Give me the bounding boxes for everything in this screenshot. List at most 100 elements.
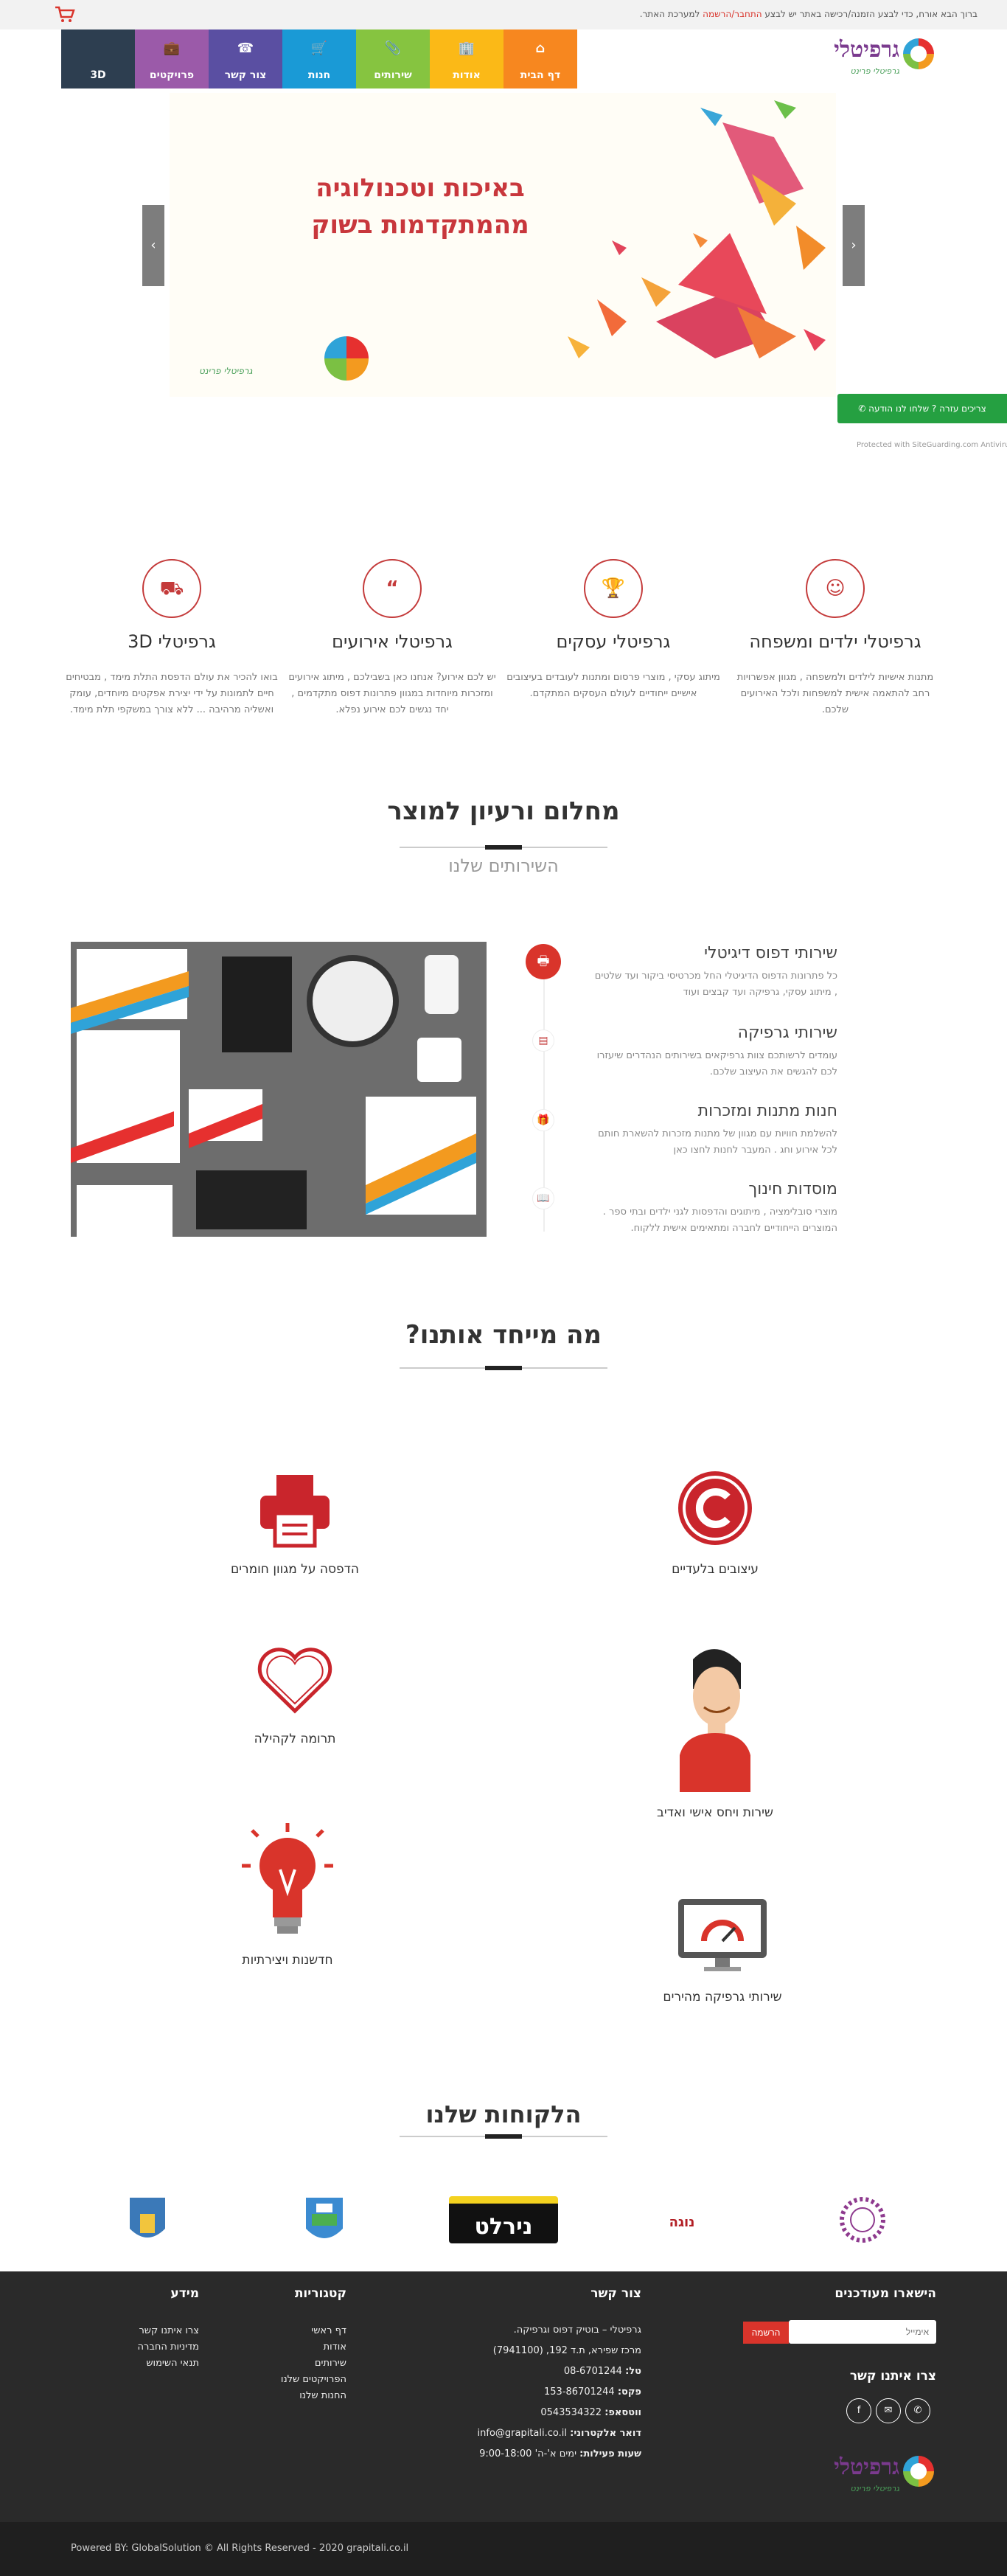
book-icon[interactable]: 📖 xyxy=(532,1187,554,1209)
facebook-icon[interactable]: f xyxy=(846,2398,871,2423)
hero-headline: באיכות וטכנולוגיה מהמתקדמות בשוק xyxy=(273,170,568,243)
building-icon: 🏢 xyxy=(458,41,475,56)
client-logo-floral xyxy=(833,2190,892,2249)
whatsapp-icon[interactable]: ✆ xyxy=(905,2398,930,2423)
heart-icon xyxy=(257,1648,332,1714)
info-link[interactable]: מדיניות החברה xyxy=(138,2339,200,2355)
feature-title: גרפיטלי אירועים xyxy=(332,631,453,652)
logo-mark xyxy=(903,38,934,69)
nav-shop[interactable]: 🛒 חנות xyxy=(282,29,356,88)
hours-label: שעות פעילות: xyxy=(579,2448,641,2459)
unique-fast-graphics: שירותי גרפיקה מהירים xyxy=(649,1895,796,2004)
gift-icon[interactable]: 🎁 xyxy=(532,1109,554,1131)
newsletter-title: הישארו מעודכנים xyxy=(834,2286,936,2301)
chevron-right-icon: › xyxy=(851,237,857,253)
clients-title: הלקוחות שלנו xyxy=(425,2100,582,2128)
unique-community: תרומה לקהילה xyxy=(236,1645,354,1746)
hero-logo-mark xyxy=(324,336,369,381)
cart-icon[interactable] xyxy=(55,6,75,24)
info-title: מידע xyxy=(170,2286,199,2301)
contact-title: צור קשר xyxy=(590,2286,641,2301)
copyright-text: Powered BY: GlobalSolution © All Rights … xyxy=(71,2543,409,2554)
mockup-stripes xyxy=(71,971,476,1215)
nav-contact[interactable]: ☎ צור קשר xyxy=(209,29,282,88)
contact-whatsapp: ווטסאפ: 0543534322 xyxy=(478,2403,641,2423)
truck-icon: ⛟ xyxy=(142,559,201,618)
feature-3d[interactable]: ⛟ גרפיטלי 3D בואו להכיר את עולם הדפסת הת… xyxy=(65,559,279,718)
nav-services[interactable]: 📎 שירותים xyxy=(356,29,430,88)
service-graphics[interactable]: שירותי גרפיקה עומדים לרשותכם צוות גרפיקא… xyxy=(594,1024,837,1080)
nirlat-logo-text: נירלט xyxy=(449,2196,558,2243)
site-logo[interactable]: גרפיטלי גרפיטלי פרינט xyxy=(811,32,936,84)
category-link[interactable]: אודות xyxy=(281,2339,346,2355)
login-link[interactable]: התחבר/הרשמה xyxy=(703,9,762,19)
services-divider xyxy=(400,845,607,850)
whatsapp-label-footer: ווטסאפ: xyxy=(604,2407,641,2418)
service-education[interactable]: מוסדות חינוך מוצרי סובלימציה , מיתוגים ו… xyxy=(594,1180,837,1237)
info-link[interactable]: תנאי השימוש xyxy=(138,2355,199,2372)
home-icon: ⌂ xyxy=(535,41,546,56)
email-icon[interactable]: ✉ xyxy=(876,2398,901,2423)
footer-logo[interactable]: גרפיטלי גרפיטלי פרינט xyxy=(811,2450,936,2502)
printer-icon[interactable]: 🖶 xyxy=(526,944,561,979)
unique-divider xyxy=(400,1366,607,1370)
newsletter-signup-button[interactable]: הרשמה xyxy=(743,2322,789,2344)
nav-projects[interactable]: 💼 פרויקטים xyxy=(135,29,209,88)
service-gift-shop[interactable]: חנות מתנות ומזכרות להשלמת חוויות עם מגוו… xyxy=(594,1102,837,1159)
category-link[interactable]: דף ראשי xyxy=(281,2323,346,2339)
category-link[interactable]: החנות שלנו xyxy=(281,2388,346,2404)
quote-icon: “ xyxy=(363,559,422,618)
welcome-text: ברוך הבא אורח, כדי לבצע הזמנה/רכישה באתר… xyxy=(762,9,978,19)
whatsapp-label: צריכים עזרה ? שלחו לנו הודעה xyxy=(868,403,986,414)
nav-home[interactable]: ⌂ דף הבית xyxy=(503,29,577,88)
unique-label: עיצובים בלעדיים xyxy=(672,1562,759,1577)
nav-about[interactable]: 🏢 אודות xyxy=(430,29,503,88)
floral-emblem-icon xyxy=(840,2197,885,2243)
unique-innovation: חדשנות ויצירתיות xyxy=(225,1814,350,1968)
contact-hours: שעות פעילות: ימים א'-ה' 9:00-18:00 xyxy=(478,2444,641,2465)
feature-kids[interactable]: ☺ גרפיטלי ילדים ומשפחה מתנות אישיות לילד… xyxy=(728,559,942,718)
feature-desc: יש לכם אירוע? אנחנו כאן בשבילכם , מיתוג … xyxy=(288,672,496,715)
copyright-icon xyxy=(678,1471,752,1545)
info-link[interactable]: צרו איתנו קשר xyxy=(138,2323,199,2339)
whatsapp-help-button[interactable]: צריכים עזרה ? שלחו לנו הודעה ✆ xyxy=(837,394,1007,423)
jerusalem-emblem-icon xyxy=(130,2198,165,2237)
kids-icon: ☺ xyxy=(806,559,865,618)
unique-label: שירותי גרפיקה מהירים xyxy=(663,1990,782,2004)
service-digital-print[interactable]: שירותי דפוס דיגיטלי כל פתרונות הדפוס הדי… xyxy=(594,944,837,1001)
slider-next-button[interactable]: › xyxy=(843,205,865,286)
service-title: שירותי דפוס דיגיטלי xyxy=(704,944,837,962)
fax-label: פקס: xyxy=(617,2386,641,2398)
feature-desc: מתנות אישיות לילדים ולמשפחה , מגוון אפשר… xyxy=(736,672,934,715)
feature-desc: מיתוג עסקי , מוצרי פרסום ומתנות לעובדים … xyxy=(506,672,720,699)
feature-events[interactable]: “ גרפיטלי אירועים יש לכם אירוע? אנחנו כא… xyxy=(285,559,499,718)
info-list: צרו איתנו קשר מדיניות החברה תנאי השימוש xyxy=(138,2323,200,2372)
nav-label: צור קשר xyxy=(224,69,267,81)
unique-print-materials: הדפסה על מגוון חומרים xyxy=(221,1468,369,1577)
client-logo-jerusalem xyxy=(125,2190,170,2249)
feature-desc: בואו להכיר את עולם הדפסת התלת מימד , מבט… xyxy=(66,672,278,715)
phone-icon: ☎ xyxy=(237,41,254,56)
nav-label: 3D xyxy=(90,69,106,81)
newsletter-email-input[interactable] xyxy=(789,2320,936,2344)
printer-icon xyxy=(260,1475,330,1548)
tel-value[interactable]: 08-6701244 xyxy=(564,2366,622,2377)
feature-business[interactable]: 🏆 גרפיטלי עסקים מיתוג עסקי , מוצרי פרסום… xyxy=(506,559,720,702)
category-link[interactable]: הפרויקטים שלנו xyxy=(281,2372,346,2388)
nav-3d-icon-space xyxy=(61,41,135,56)
social-title: צרו איתנו קשר xyxy=(849,2369,936,2384)
welcome-text-suffix: למערכת האתר. xyxy=(639,9,703,19)
category-link[interactable]: שירותים xyxy=(281,2355,346,2372)
services-title: מחלום ורעיון למוצר xyxy=(387,796,620,826)
image-icon[interactable]: ▤ xyxy=(532,1030,554,1052)
service-title: מוסדות חינוך xyxy=(748,1180,837,1198)
slider-prev-button[interactable]: ‹ xyxy=(142,205,164,286)
contact-company: גרפיטלי – בוטיק דפוס וגרפיקה. xyxy=(513,2325,641,2336)
whatsapp-value[interactable]: 0543534322 xyxy=(540,2407,602,2418)
unique-label: הדפסה על מגוון חומרים xyxy=(230,1562,360,1577)
nav-3d[interactable]: 3D xyxy=(61,29,135,88)
main-nav: 3D 💼 פרויקטים ☎ צור קשר 🛒 חנות 📎 שירותים 🏢 או… xyxy=(61,29,577,88)
copyright-bar: Powered BY: GlobalSolution © All Rights … xyxy=(0,2522,1007,2576)
nav-label: דף הבית xyxy=(520,69,561,81)
email-value[interactable]: info@grapitali.co.il xyxy=(478,2428,567,2439)
